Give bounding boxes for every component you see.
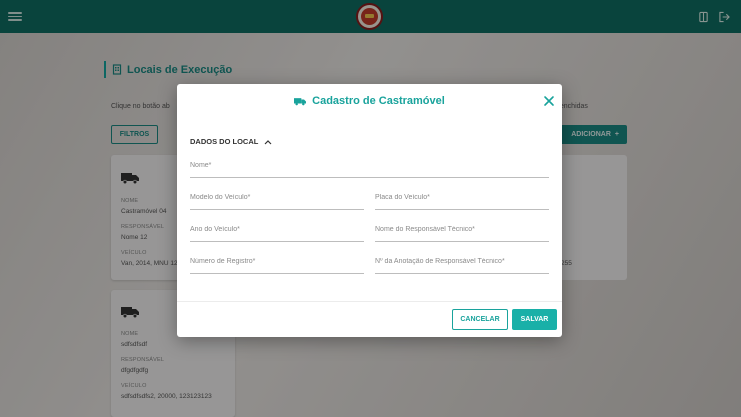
modelo-input[interactable] [190,194,364,201]
modelo-field[interactable] [190,192,364,210]
nome-input[interactable] [190,162,549,169]
modal-title: Cadastro de Castramóvel [177,95,562,107]
registro-input[interactable] [190,258,364,265]
cancel-button[interactable]: CANCELAR [452,309,508,330]
responsavel-field[interactable] [375,224,549,242]
ano-input[interactable] [190,226,364,233]
close-icon[interactable] [543,95,555,107]
art-field[interactable] [375,256,549,274]
placa-input[interactable] [375,194,549,201]
save-button[interactable]: SALVAR [512,309,557,330]
section-label: DADOS DO LOCAL [190,137,259,146]
chevron-up-icon [264,139,272,144]
section-dados-do-local[interactable]: DADOS DO LOCAL [190,137,272,146]
cadastro-modal: Cadastro de Castramóvel DADOS DO LOCAL C… [177,84,562,337]
registro-field[interactable] [190,256,364,274]
modal-footer-divider [177,301,562,302]
truck-icon [294,97,307,105]
placa-field[interactable] [375,192,549,210]
ano-field[interactable] [190,224,364,242]
nome-field[interactable] [190,160,549,178]
art-input[interactable] [375,258,549,265]
modal-title-text: Cadastro de Castramóvel [312,95,445,107]
responsavel-input[interactable] [375,226,549,233]
